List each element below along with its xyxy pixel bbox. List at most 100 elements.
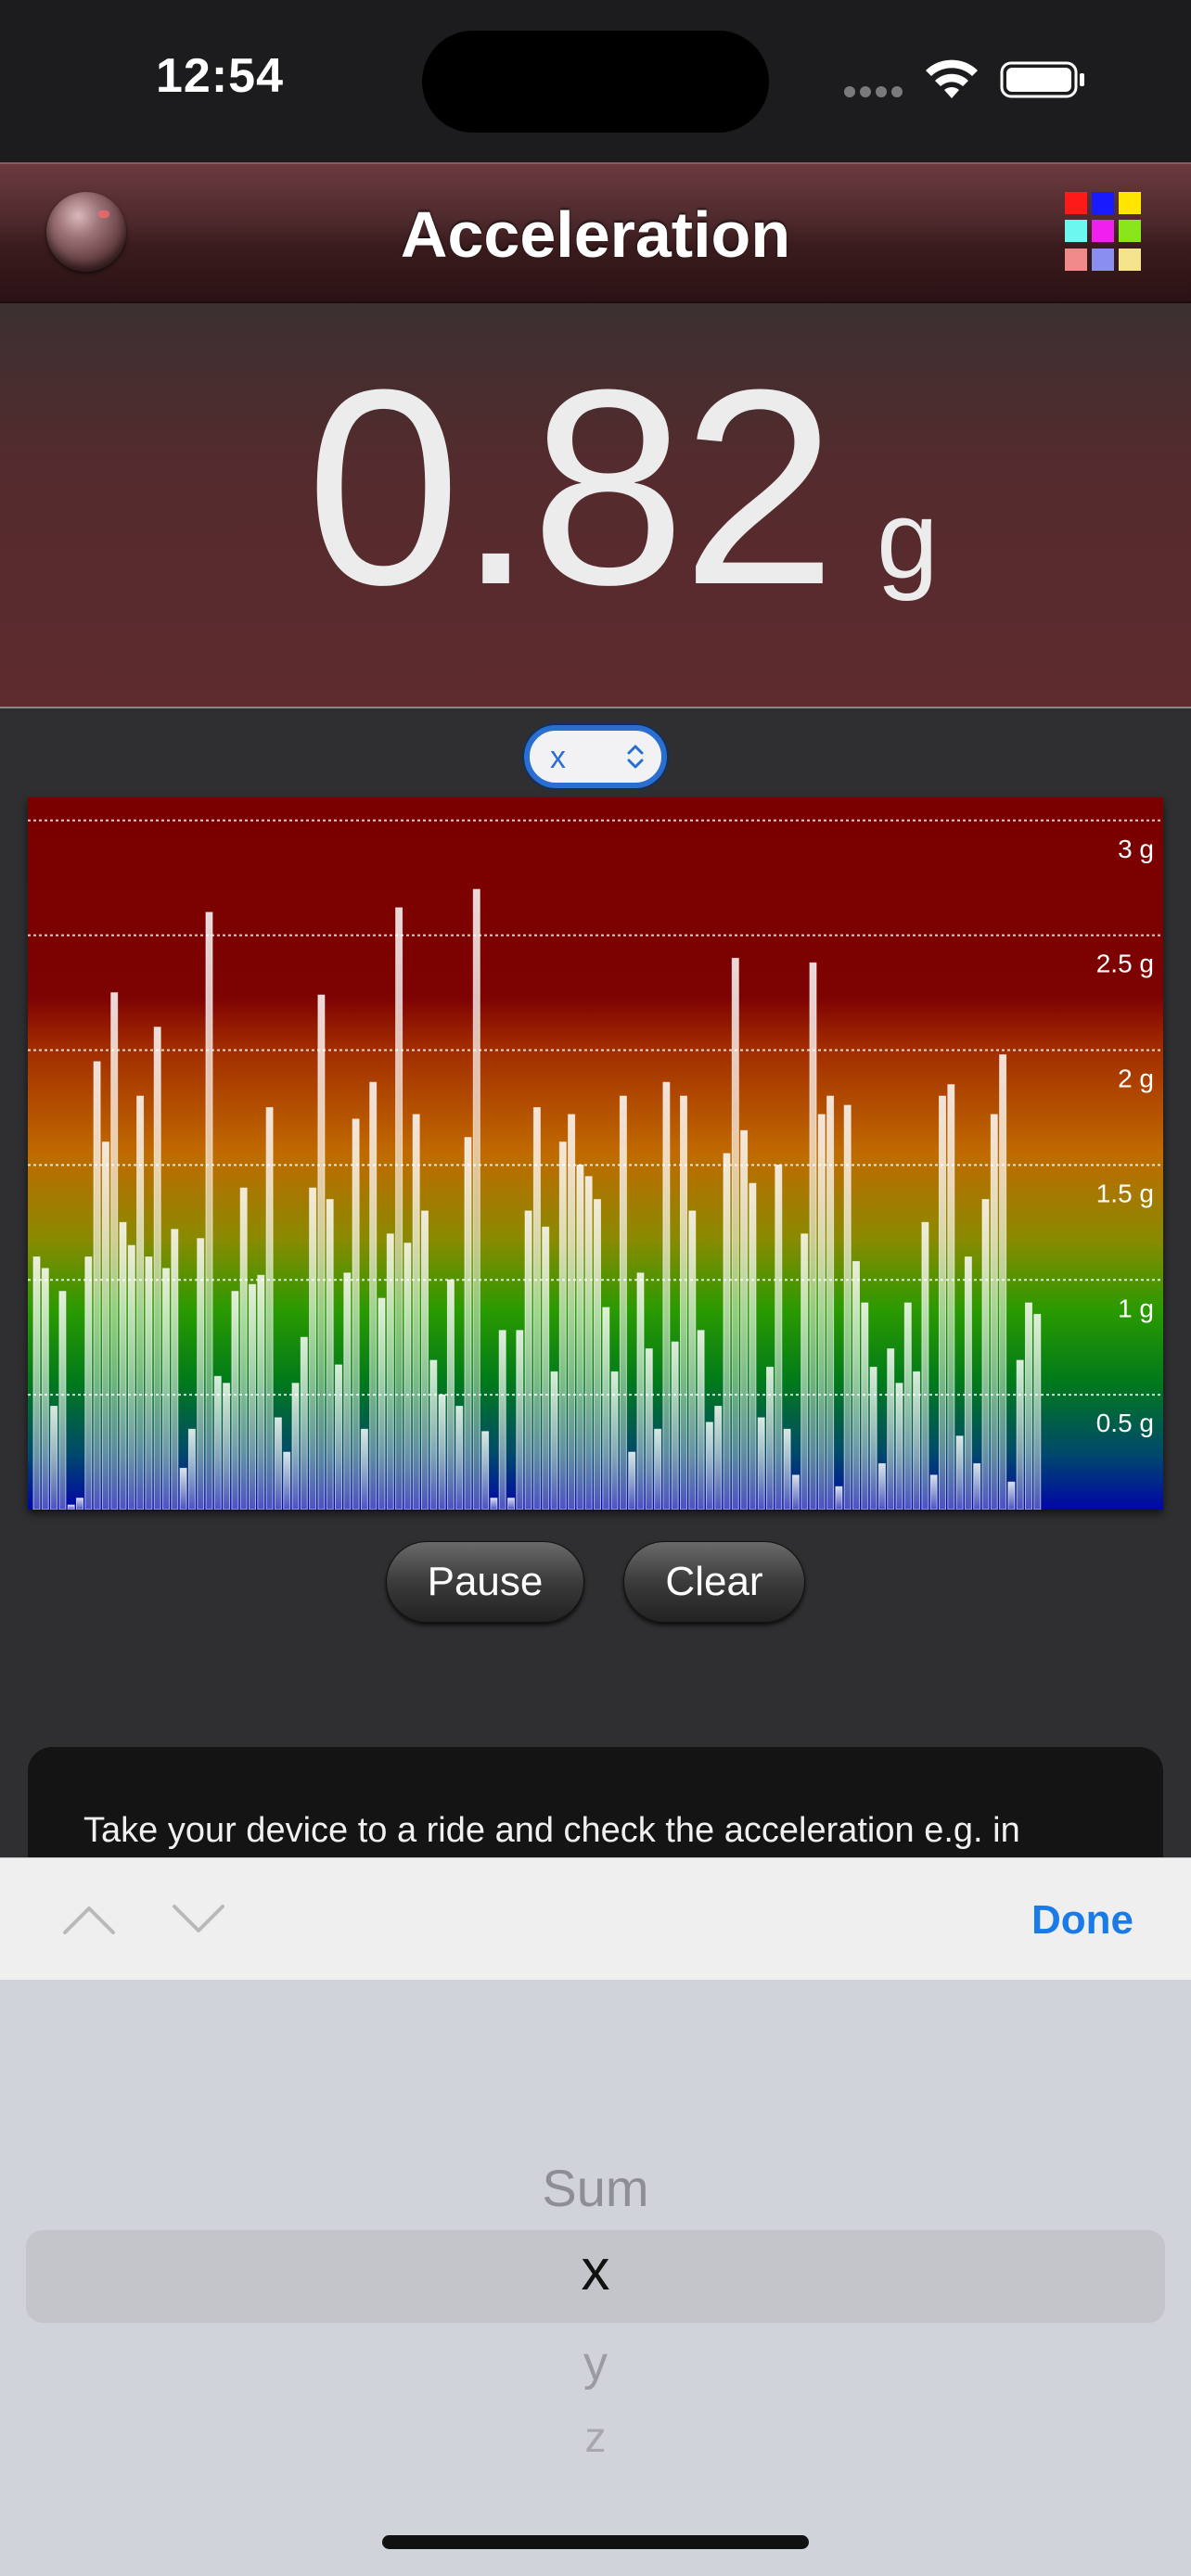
color-swatch [1065,220,1087,243]
chart-bar [654,1428,662,1510]
chart-bar [58,1291,67,1510]
chart-bar [1025,1302,1032,1510]
chart-bar [352,1118,360,1510]
chart-bar [274,1417,282,1510]
y-tick-label: 2 g [1118,1065,1154,1093]
picker-option-x[interactable]: x [0,2238,1191,2303]
chevron-down-icon[interactable] [169,1901,228,1938]
chart-bar [877,1462,886,1510]
chart-bar [162,1268,170,1510]
status-bar: 12:54 [0,0,1191,162]
axis-picker[interactable]: Sum x y z [0,1980,1191,2576]
chart-bar [507,1498,515,1510]
color-swatch [1092,248,1114,271]
chart-bar [973,1462,981,1510]
chart-bar [369,1081,378,1510]
axis-select-value: x [550,740,566,775]
home-indicator [382,2535,809,2549]
chart-bar [317,994,326,1510]
chart-bar [775,1164,783,1510]
picker-option-y[interactable]: y [0,2336,1191,2391]
chart-bar [766,1366,774,1510]
chart-bar [817,1114,826,1510]
chart-bar [800,1233,809,1510]
chart-bar [619,1095,627,1510]
color-swatch [1119,192,1141,214]
chart-bar [869,1366,877,1510]
chart-bar [395,907,403,1510]
pause-button[interactable]: Pause [386,1541,584,1623]
chart-bar [921,1221,929,1510]
color-swatch [1065,248,1087,271]
chart-bar [231,1291,239,1510]
chart-bar [205,912,213,1510]
chart-bar [481,1431,490,1510]
chart-bar [1016,1359,1024,1510]
chart-bar [67,1504,75,1510]
chart-bar [291,1383,300,1510]
chart-bar [446,1279,455,1510]
chevron-up-down-icon [627,745,644,769]
chart-bar [50,1406,58,1510]
chart-bar [990,1114,998,1510]
color-swatch [1119,220,1141,243]
chart-bar [903,1302,912,1510]
chart-bar [981,1199,990,1510]
chart-bar [438,1394,446,1510]
chart-bar [249,1283,256,1510]
chart-bar [223,1383,231,1510]
axis-select[interactable]: x [524,725,667,788]
y-tick-label: 0.5 g [1096,1409,1154,1437]
chart-bar [101,1141,109,1510]
chart-bar [568,1114,576,1510]
clear-button[interactable]: Clear [623,1541,805,1623]
color-grid-icon[interactable] [1065,192,1145,272]
chart-bar [723,1153,731,1510]
chart-bar [360,1428,368,1510]
chart-bar [955,1435,964,1510]
nav-bar: Acceleration [0,162,1191,303]
chart-bar [429,1359,438,1510]
chevron-up-icon[interactable] [59,1901,119,1938]
chart-bar [455,1406,464,1510]
chart-bar [524,1210,532,1510]
chart-bar [929,1474,938,1510]
chart-bar [887,1348,895,1510]
chart-bar [740,1129,749,1510]
chart-bar [680,1095,687,1510]
chart-bar [1033,1313,1042,1510]
chart-bar [757,1417,765,1510]
chart-bar [636,1272,645,1510]
chart-bar [913,1371,921,1510]
battery-icon [1000,61,1084,98]
chart-bar [542,1226,550,1510]
chart-bar [197,1238,205,1510]
chart-bar [610,1371,619,1510]
acceleration-chart: 3 g 2.5 g 2 g 1.5 g 1 g 0.5 g [28,797,1163,1510]
chart-bar [239,1187,248,1510]
chart-bar [594,1199,601,1510]
chart-bar [602,1307,610,1510]
chart-bar [964,1256,972,1510]
chart-bar [939,1095,946,1510]
chart-bar [32,1256,41,1510]
picker-option-sum[interactable]: Sum [0,2158,1191,2218]
chart-bar [999,1053,1007,1510]
acceleration-value: 0.82 [306,331,837,643]
chart-bar [861,1302,869,1510]
chart-bar [309,1187,317,1510]
wifi-icon [926,59,978,98]
done-button[interactable]: Done [1031,1897,1133,1944]
chart-bar [628,1451,636,1510]
keyboard-accessory-bar: Done [0,1857,1191,1980]
chart-bar [749,1182,757,1510]
chart-bar [171,1229,179,1510]
chart-bar [412,1114,420,1510]
chart-bar [84,1256,93,1510]
picker-option-z[interactable]: z [0,2412,1191,2462]
chart-bar [110,992,119,1510]
chart-bar [464,1137,472,1510]
info-text: Take your device to a ride and check the… [83,1811,1020,1850]
color-swatch [1065,192,1087,214]
chart-bar [731,957,739,1510]
